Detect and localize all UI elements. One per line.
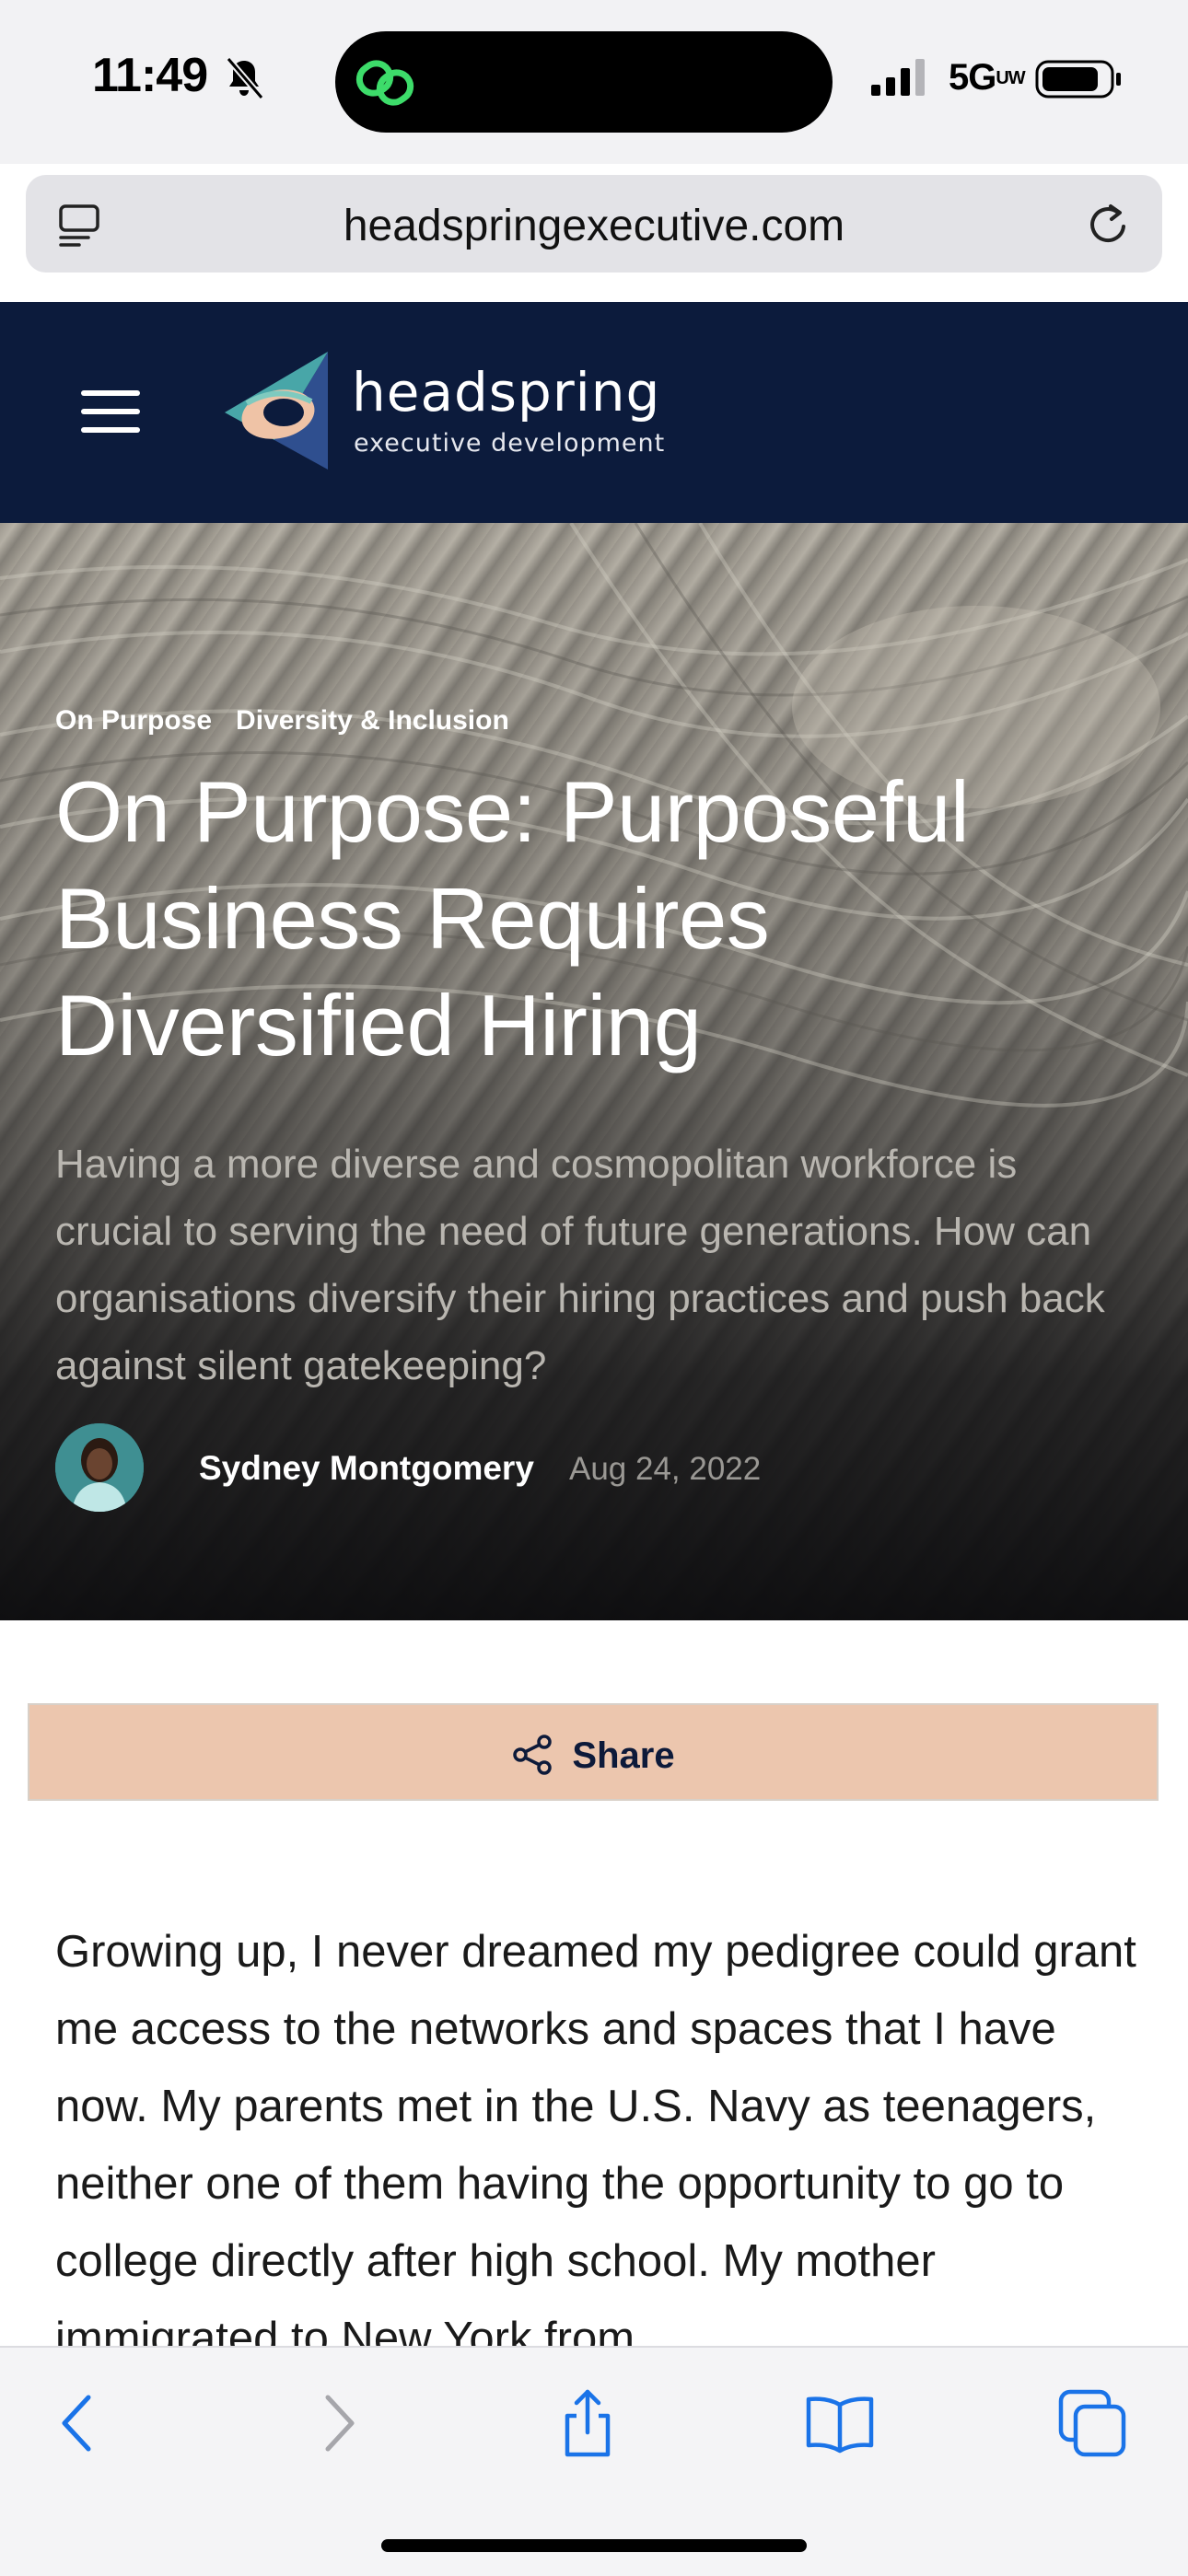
share-label: Share: [572, 1735, 675, 1776]
category-link[interactable]: On Purpose: [55, 705, 212, 736]
tabs-icon[interactable]: [1055, 2386, 1129, 2460]
headspring-logo-icon[interactable]: [219, 348, 337, 473]
article-subtitle: Having a more diverse and cosmopolitan w…: [55, 1142, 1105, 1388]
article-title: On Purpose: Purposeful Business Requires…: [55, 763, 970, 1073]
network-type: 5GUW: [949, 57, 1026, 98]
reload-icon[interactable]: [1083, 199, 1135, 250]
share-button[interactable]: Share: [28, 1703, 1159, 1801]
battery-icon: [1035, 60, 1121, 99]
signal-icon: [871, 59, 925, 96]
post-date: Aug 24, 2022: [569, 1451, 762, 1487]
article-hero: On Purpose Diversity & Inclusion On Purpo…: [0, 523, 1188, 1620]
link-chain-icon: [355, 60, 414, 106]
share-nodes-icon: [513, 1735, 553, 1775]
home-indicator[interactable]: [381, 2539, 807, 2552]
author-avatar[interactable]: [55, 1423, 144, 1512]
site-header: headspring executive development: [0, 302, 1188, 523]
brand-name: headspring: [352, 361, 661, 424]
article-paragraph: Growing up, I never dreamed my pedigree …: [55, 1927, 1136, 2346]
category-link[interactable]: Diversity & Inclusion: [236, 705, 509, 736]
bookmarks-icon[interactable]: [803, 2386, 877, 2460]
status-time: 11:49: [92, 49, 208, 102]
share-icon[interactable]: [551, 2386, 624, 2460]
author-name[interactable]: Sydney Montgomery: [199, 1449, 534, 1488]
url-text[interactable]: headspringexecutive.com: [26, 201, 1162, 251]
brand-tagline: executive development: [354, 429, 666, 458]
forward-icon[interactable]: [300, 2386, 374, 2460]
back-icon[interactable]: [42, 2386, 116, 2460]
address-bar[interactable]: headspringexecutive.com: [26, 175, 1162, 273]
bell-slash-icon: [226, 57, 263, 99]
share-content: Share: [29, 1733, 1157, 1777]
menu-icon[interactable]: [81, 390, 140, 433]
category-list: On Purpose Diversity & Inclusion: [55, 705, 533, 737]
status-bar: 11:49 5GUW: [0, 0, 1188, 164]
